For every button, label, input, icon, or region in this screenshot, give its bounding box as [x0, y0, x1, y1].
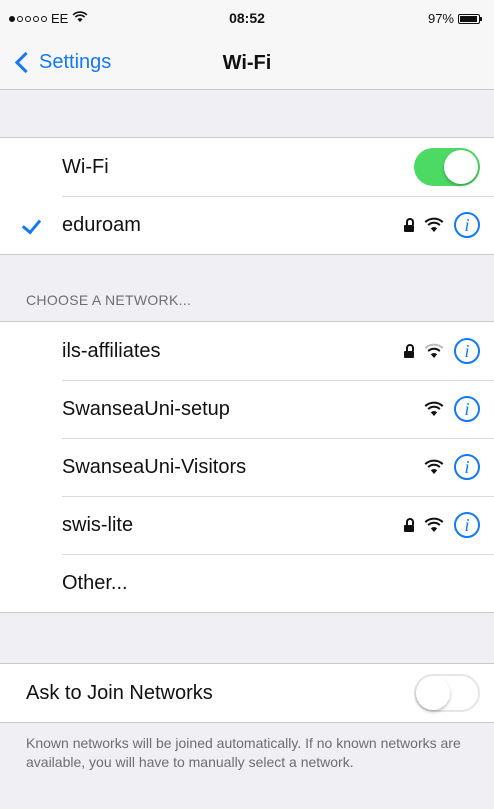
wifi-group: Wi-Fi eduroam i [0, 137, 494, 255]
network-row[interactable]: ils-affiliates i [0, 322, 494, 380]
ask-to-join-toggle-switch[interactable] [414, 674, 480, 712]
lock-icon [404, 344, 414, 358]
lock-icon [404, 218, 414, 232]
wifi-signal-icon [424, 459, 444, 475]
ask-to-join-group: Ask to Join Networks [0, 663, 494, 723]
network-row[interactable]: SwanseaUni-Visitors i [0, 438, 494, 496]
checkmark-icon [21, 214, 42, 235]
connected-network-row[interactable]: eduroam i [0, 196, 494, 254]
network-status-icons: i [404, 512, 480, 538]
network-name: eduroam [62, 213, 141, 236]
network-name: SwanseaUni-setup [62, 397, 230, 420]
ask-to-join-label: Ask to Join Networks [26, 681, 213, 704]
wifi-signal-icon [424, 343, 444, 359]
navigation-bar: Settings Wi-Fi [0, 38, 494, 90]
info-icon[interactable]: i [454, 396, 480, 422]
battery-icon [458, 13, 482, 24]
network-name: SwanseaUni-Visitors [62, 455, 247, 478]
toggle-knob [416, 676, 450, 710]
wifi-signal-icon [424, 401, 444, 417]
status-time: 08:52 [229, 10, 265, 26]
wifi-toggle-label: Wi-Fi [62, 155, 109, 178]
network-status-icons: i [424, 454, 480, 480]
section-header: CHOOSE A NETWORK... [26, 292, 192, 308]
network-status-icons: i [424, 396, 480, 422]
wifi-signal-icon [424, 217, 444, 233]
network-row[interactable]: SwanseaUni-setup i [0, 380, 494, 438]
status-right: 97% [427, 11, 482, 26]
status-bar: EE 08:52 97% [0, 0, 494, 38]
network-name: swis-lite [62, 513, 134, 536]
battery-percentage: 97% [427, 11, 454, 26]
network-status-icons: i [404, 338, 480, 364]
network-name: ils-affiliates [62, 339, 161, 362]
footer-description: Known networks will be joined automatica… [26, 735, 461, 770]
toggle-knob [444, 150, 478, 184]
other-network-label: Other... [62, 571, 128, 594]
network-status-icons: i [404, 212, 480, 238]
networks-group: ils-affiliates i SwanseaUni-setup i Swan… [0, 321, 494, 613]
wifi-toggle-switch[interactable] [414, 148, 480, 186]
wifi-settings-screen: EE 08:52 97% Settings Wi-Fi Wi-Fi eduroa… [0, 0, 494, 809]
ask-to-join-row: Ask to Join Networks [0, 664, 494, 722]
info-icon[interactable]: i [454, 212, 480, 238]
wifi-toggle-row: Wi-Fi [0, 138, 494, 196]
page-title: Wi-Fi [222, 52, 272, 74]
lock-icon [404, 518, 414, 532]
info-icon[interactable]: i [454, 512, 480, 538]
network-row[interactable]: swis-lite i [0, 496, 494, 554]
info-icon[interactable]: i [454, 454, 480, 480]
info-icon[interactable]: i [454, 338, 480, 364]
wifi-signal-icon [424, 517, 444, 533]
other-network-row[interactable]: Other... [0, 554, 494, 612]
